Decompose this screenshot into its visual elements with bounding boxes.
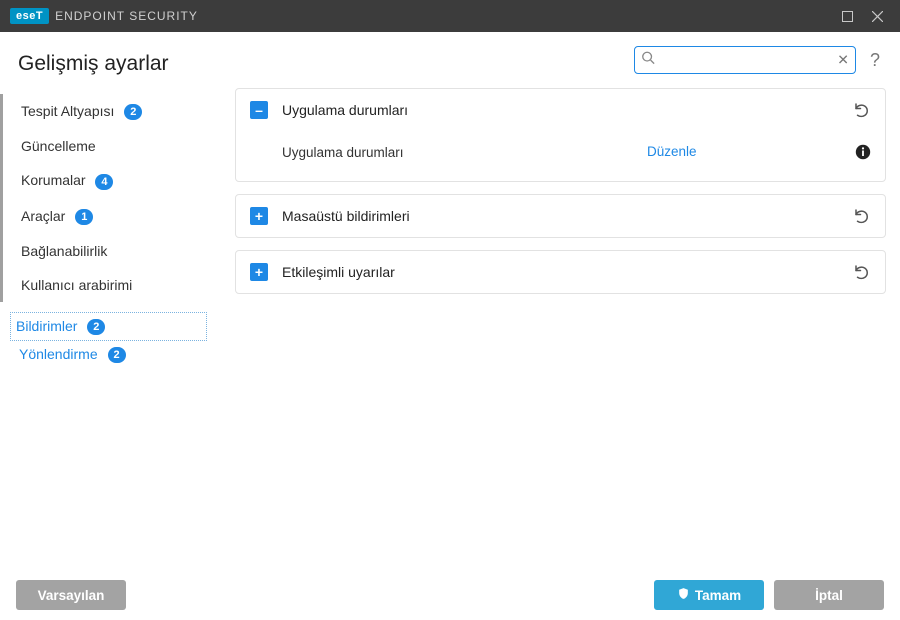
sidebar-item-label: Yönlendirme — [19, 346, 98, 362]
panel-title: Etkileşimli uyarılar — [282, 264, 839, 280]
sidebar-item-label: Tespit Altyapısı — [21, 103, 114, 119]
sidebar-item-label: Korumalar — [21, 172, 86, 188]
sidebar: Gelişmiş ayarlar Tespit Altyapısı 2 Günc… — [0, 32, 225, 570]
main-content: ✕ ? – Uygulama durumları Uygulama duruml… — [225, 32, 900, 570]
panel-interactive-alerts: + Etkileşimli uyarılar — [235, 250, 886, 294]
panel-header[interactable]: + Masaüstü bildirimleri — [236, 195, 885, 237]
sidebar-subitem-notifications[interactable]: Bildirimler 2 — [10, 312, 207, 341]
collapse-icon[interactable]: – — [250, 101, 268, 119]
sidebar-badge: 2 — [108, 347, 126, 363]
sidebar-item-label: Araçlar — [21, 208, 65, 224]
page-title: Gelişmiş ayarlar — [0, 52, 225, 94]
panel-title: Masaüstü bildirimleri — [282, 208, 839, 224]
expand-icon[interactable]: + — [250, 263, 268, 281]
sidebar-item-label: Bildirimler — [16, 318, 77, 334]
panel-application-statuses: – Uygulama durumları Uygulama durumları … — [235, 88, 886, 182]
ok-button[interactable]: Tamam — [654, 580, 764, 610]
footer: Varsayılan Tamam İptal — [0, 570, 900, 620]
shield-icon — [677, 587, 690, 603]
sidebar-item-update[interactable]: Güncelleme — [0, 129, 225, 163]
info-icon[interactable] — [847, 144, 871, 160]
sidebar-item-detection-engine[interactable]: Tespit Altyapısı 2 — [0, 94, 225, 129]
ok-button-label: Tamam — [695, 588, 741, 603]
search-icon — [641, 51, 655, 70]
row-label: Uygulama durumları — [282, 145, 647, 160]
defaults-button[interactable]: Varsayılan — [16, 580, 126, 610]
panel-header[interactable]: + Etkileşimli uyarılar — [236, 251, 885, 293]
undo-icon[interactable] — [853, 263, 871, 281]
expand-icon[interactable]: + — [250, 207, 268, 225]
sidebar-badge: 4 — [95, 174, 113, 190]
sidebar-item-protections[interactable]: Korumalar 4 — [0, 163, 225, 198]
clear-icon[interactable]: ✕ — [837, 52, 849, 69]
sidebar-item-user-interface[interactable]: Kullanıcı arabirimi — [0, 268, 225, 302]
panel-desktop-notifications: + Masaüstü bildirimleri — [235, 194, 886, 238]
titlebar: eseT ENDPOINT SECURITY — [0, 0, 900, 32]
product-name: ENDPOINT SECURITY — [55, 9, 198, 23]
sidebar-nav: Tespit Altyapısı 2 Güncelleme Korumalar … — [0, 94, 225, 302]
search-wrap: ✕ — [634, 46, 856, 74]
window-maximize-button[interactable] — [832, 0, 862, 32]
sidebar-badge: 2 — [124, 104, 142, 120]
sidebar-badge: 1 — [75, 209, 93, 225]
panel-header[interactable]: – Uygulama durumları — [236, 89, 885, 131]
undo-icon[interactable] — [853, 101, 871, 119]
sidebar-badge: 2 — [87, 319, 105, 335]
help-button[interactable]: ? — [866, 50, 884, 71]
sidebar-item-connectivity[interactable]: Bağlanabilirlik — [0, 234, 225, 268]
sidebar-item-label: Kullanıcı arabirimi — [21, 277, 132, 293]
sidebar-item-label: Güncelleme — [21, 138, 96, 154]
settings-row: Uygulama durumları Düzenle — [282, 137, 871, 167]
topbar: ✕ ? — [235, 46, 886, 74]
cancel-button[interactable]: İptal — [774, 580, 884, 610]
undo-icon[interactable] — [853, 207, 871, 225]
brand-badge: eseT — [10, 8, 49, 24]
panel-title: Uygulama durumları — [282, 102, 839, 118]
sidebar-subitem-forwarding[interactable]: Yönlendirme 2 — [10, 341, 225, 368]
search-input[interactable] — [634, 46, 856, 74]
sidebar-item-tools[interactable]: Araçlar 1 — [0, 199, 225, 234]
edit-link[interactable]: Düzenle — [647, 144, 697, 159]
window-close-button[interactable] — [862, 0, 892, 32]
sidebar-item-label: Bağlanabilirlik — [21, 243, 107, 259]
